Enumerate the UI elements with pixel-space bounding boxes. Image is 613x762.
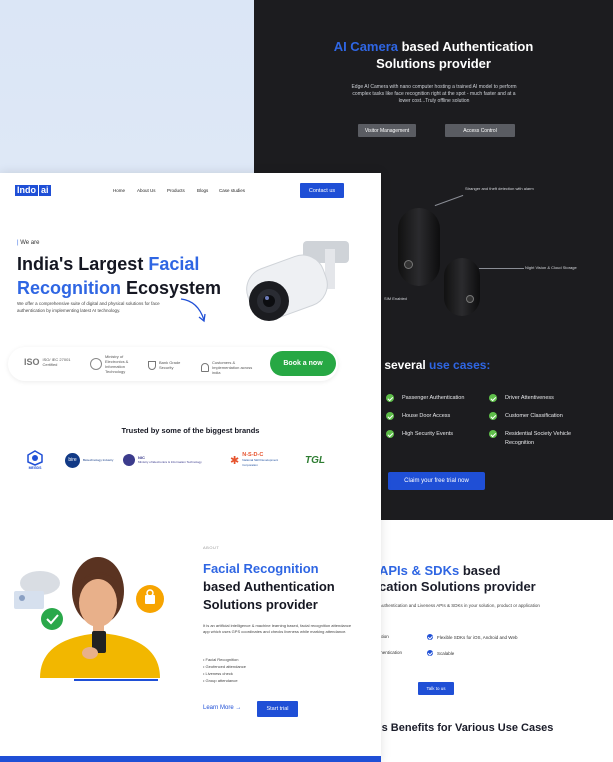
user-check-icon	[201, 363, 209, 372]
nav-home[interactable]: Home	[113, 188, 125, 193]
hero-title: India's Largest Facial Recognition Ecosy…	[17, 254, 222, 298]
brands-title: Trusted by some of the biggest brands	[121, 426, 260, 435]
person-logo-icon: ✱	[230, 454, 240, 467]
woman-with-phone-image	[14, 557, 164, 681]
callout-stranger: Stranger and theft detection with alarm	[465, 186, 534, 191]
ai-camera-title: AI Camera based Authentication Solutions…	[333, 39, 534, 71]
camera-image-1	[398, 208, 440, 286]
foreground-page: Indo ai Home About Us Products Blogs Case…	[0, 173, 381, 762]
trust-badge: Bank Grade Security	[148, 360, 193, 370]
hero-eyebrow: | We are	[17, 240, 40, 246]
check-icon	[489, 430, 497, 438]
callout-line	[479, 268, 524, 269]
brand-logo-nic: NIC Ministry of Electronics & Informatio…	[123, 445, 213, 475]
feature-item: Flexible SDKs for iOS, Android and Web	[427, 634, 517, 640]
contact-us-button[interactable]: Contact us	[300, 183, 344, 198]
use-case-item: Passenger Authentication	[386, 394, 464, 403]
camera-lens-icon	[466, 295, 474, 303]
apis-subtitle: Authentication and Liveness APIs & SDKs …	[379, 603, 540, 608]
bottom-accent-bar	[0, 756, 381, 762]
list-item: • Facial Recognition	[203, 657, 239, 662]
hero-subtitle: We offer a comprehensive suite of digita…	[17, 301, 160, 313]
callout-night-vision: Night Vision & Cloud Storage	[525, 265, 577, 270]
iso-badge-icon: ISO	[24, 356, 40, 367]
arrow-right-icon: →	[235, 705, 242, 711]
emblem-icon	[123, 454, 135, 466]
list-item: • Group attendance	[203, 678, 238, 683]
learn-more-link[interactable]: Learn More →	[203, 705, 241, 711]
nav-products[interactable]: Products	[167, 188, 185, 193]
nav-about-us[interactable]: About Us	[137, 188, 156, 193]
claim-trial-button[interactable]: Claim your free trial now	[388, 472, 485, 490]
about-eyebrow: ABOUT	[203, 545, 220, 550]
apis-title: APIs & SDKs based cation Solutions provi…	[379, 563, 536, 594]
use-case-item: Driver Attentiveness	[489, 394, 554, 403]
use-case-item: High Security Events	[386, 430, 453, 439]
tab-access-control[interactable]: Access Control	[445, 124, 515, 137]
check-icon	[386, 394, 394, 402]
hexagon-logo-icon	[27, 450, 43, 466]
ministry-emblem-icon	[90, 358, 102, 370]
use-case-item: Customer Classification	[489, 412, 563, 421]
callout-sim: SIM Enabled	[384, 296, 407, 301]
nav-case-studies[interactable]: Case studies	[219, 188, 245, 193]
brand-logo-nsdc: ✱ N-S-D-C National Skill Development Cor…	[230, 451, 279, 467]
trust-badge: ISO ISO/ IEC 27001 Certified	[24, 356, 71, 367]
trust-badge: Customers & Implementation across india	[201, 360, 256, 375]
about-description: It is an artificial intelligence & machi…	[203, 623, 352, 634]
feature-item: thentication	[379, 650, 403, 655]
start-trial-button[interactable]: Start trial	[257, 701, 298, 717]
check-icon	[489, 394, 497, 402]
nav-blogs[interactable]: Blogs	[197, 188, 208, 193]
check-icon	[427, 634, 433, 640]
logo[interactable]: Indo ai	[15, 185, 51, 196]
tab-visitor-management[interactable]: Visitor Management	[358, 124, 416, 137]
brand-logo-bire: bire Biotechnology Industry	[65, 445, 113, 475]
trust-badge: Ministry of Electronics & Information Te…	[90, 354, 140, 374]
curved-arrow-icon	[180, 298, 206, 323]
ai-camera-description: Edge AI Camera with nano computer hostin…	[351, 84, 517, 104]
cctv-camera-image	[246, 241, 349, 321]
shield-check-icon	[148, 360, 156, 370]
list-item: • Geofenced attendance	[203, 664, 246, 669]
camera-lens-icon	[404, 260, 413, 269]
check-icon	[489, 412, 497, 420]
use-case-item: Residential Society Vehicle Recognition	[489, 430, 589, 448]
benefits-title: 's Benefits for Various Use Cases	[379, 722, 554, 734]
check-icon	[386, 412, 394, 420]
about-feature-list: • Facial Recognition • Geofenced attenda…	[203, 656, 246, 684]
use-cases-title: ur several use cases:	[369, 358, 491, 372]
list-item: • Liveness check	[203, 671, 233, 676]
use-case-item: House Door Access	[386, 412, 450, 421]
book-now-button[interactable]: Book a now	[270, 351, 336, 376]
check-icon	[427, 650, 433, 656]
callout-line	[434, 194, 464, 207]
about-title: Facial Recognition based Authentication …	[203, 561, 335, 612]
talk-to-us-button[interactable]: Talk to us	[418, 682, 454, 695]
brand-logo-tgl: TGL	[305, 454, 325, 466]
brand-logo-megds: MEGDS	[27, 445, 43, 475]
check-icon	[386, 430, 394, 438]
camera-image-2	[444, 258, 480, 316]
feature-item: Scalable	[427, 650, 454, 656]
